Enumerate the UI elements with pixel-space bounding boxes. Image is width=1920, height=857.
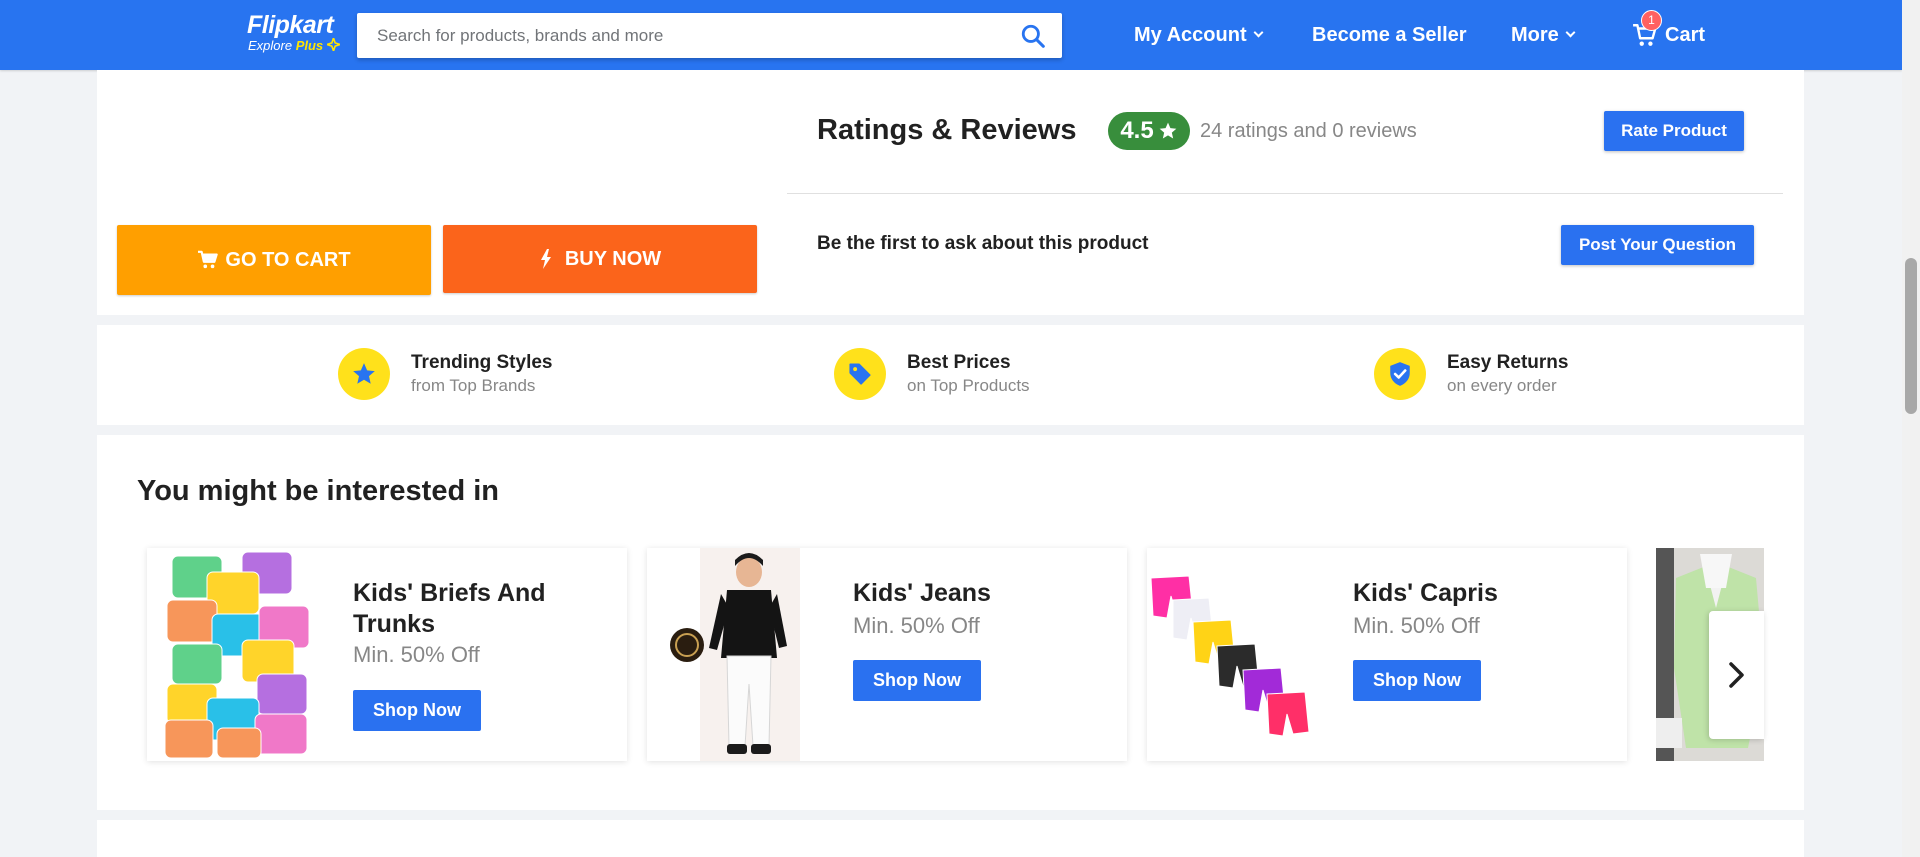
cart-label: Cart <box>1665 24 1706 46</box>
jeans-product-image <box>647 548 827 761</box>
ratings-reviews-title: Ratings & Reviews <box>817 114 1077 146</box>
product-card-capris[interactable]: Kids' Capris Min. 50% Off Shop Now <box>1147 548 1627 761</box>
more-label: More <box>1511 24 1559 46</box>
card-offer: Min. 50% Off <box>1353 613 1480 638</box>
feature-subtitle: on Top Products <box>907 376 1030 395</box>
logo-explore: Explore <box>248 38 293 53</box>
ratings-count-text: 24 ratings and 0 reviews <box>1200 120 1417 142</box>
capris-product-image <box>1147 548 1327 761</box>
product-card-briefs[interactable]: Kids' Briefs And Trunks Min. 50% Off Sho… <box>147 548 627 761</box>
top-header: Flipkart Explore Plus My Account Become … <box>0 0 1902 70</box>
logo-plus: Plus <box>295 38 324 53</box>
carousel-next-button[interactable] <box>1709 611 1764 739</box>
card-title: Kids' Jeans <box>853 579 991 607</box>
become-seller-link[interactable]: Become a Seller <box>1312 22 1467 48</box>
briefs-product-image <box>147 548 327 761</box>
chevron-down-icon <box>1565 27 1576 38</box>
page-scrollbar[interactable] <box>1902 0 1920 857</box>
feature-icon-circle <box>1374 348 1426 400</box>
logo-brand: Flipkart <box>247 11 334 39</box>
feature-title: Trending Styles <box>411 352 553 373</box>
go-to-cart-label: GO TO CART <box>225 248 351 271</box>
shop-now-button[interactable]: Shop Now <box>353 690 481 731</box>
search-bar <box>357 13 1062 58</box>
search-icon[interactable] <box>1020 23 1046 49</box>
feature-icon-circle <box>834 348 886 400</box>
shop-now-button[interactable]: Shop Now <box>1353 660 1481 701</box>
feature-title: Best Prices <box>907 352 1011 373</box>
shield-check-icon <box>1390 362 1410 386</box>
chevron-down-icon <box>1253 27 1264 38</box>
feature-icon-circle <box>338 348 390 400</box>
product-card-jeans[interactable]: Kids' Jeans Min. 50% Off Shop Now <box>647 548 1127 761</box>
chevron-right-icon <box>1728 662 1744 688</box>
cart-icon <box>198 250 219 269</box>
ask-question-prompt: Be the first to ask about this product <box>817 233 1149 254</box>
buy-now-label: BUY NOW <box>564 247 662 270</box>
more-menu[interactable]: More <box>1511 22 1576 48</box>
next-section-panel <box>97 820 1804 857</box>
my-account-menu[interactable]: My Account <box>1134 22 1264 48</box>
post-question-button[interactable]: Post Your Question <box>1561 225 1754 265</box>
rate-product-button[interactable]: Rate Product <box>1604 111 1744 151</box>
star-icon <box>1159 122 1177 139</box>
go-to-cart-button[interactable]: GO TO CART <box>117 225 431 295</box>
tag-icon <box>849 363 871 385</box>
become-seller-label: Become a Seller <box>1312 24 1467 46</box>
feature-subtitle: on every order <box>1447 376 1557 395</box>
card-title: Kids' Briefs And Trunks <box>353 579 546 638</box>
section-divider <box>787 193 1783 194</box>
shop-now-button[interactable]: Shop Now <box>853 660 981 701</box>
feature-easy-returns: Easy Returns on every order <box>1374 348 1568 400</box>
rating-score: 4.5 <box>1120 117 1154 144</box>
feature-best-prices: Best Prices on Top Products <box>834 348 1030 400</box>
card-offer: Min. 50% Off <box>853 613 980 638</box>
rating-badge: 4.5 <box>1108 112 1190 150</box>
interested-title: You might be interested in <box>137 475 499 507</box>
lightning-icon <box>540 249 551 269</box>
flipkart-logo[interactable]: Flipkart Explore Plus <box>247 11 343 54</box>
cart-link[interactable]: Cart <box>1665 22 1705 48</box>
my-account-label: My Account <box>1134 24 1247 46</box>
feature-title: Easy Returns <box>1447 352 1569 373</box>
logo-subtitle: Explore Plus <box>248 35 343 54</box>
feature-subtitle: from Top Brands <box>411 376 536 395</box>
cart-count-badge: 1 <box>1641 10 1662 31</box>
card-title: Kids' Capris <box>1353 579 1498 607</box>
scrollbar-thumb[interactable] <box>1905 258 1917 414</box>
star-icon <box>353 363 375 384</box>
plus-star-icon <box>324 35 343 54</box>
card-offer: Min. 50% Off <box>353 642 480 667</box>
feature-trending-styles: Trending Styles from Top Brands <box>338 348 552 400</box>
buy-now-button[interactable]: BUY NOW <box>443 225 757 293</box>
search-input[interactable] <box>357 13 997 58</box>
